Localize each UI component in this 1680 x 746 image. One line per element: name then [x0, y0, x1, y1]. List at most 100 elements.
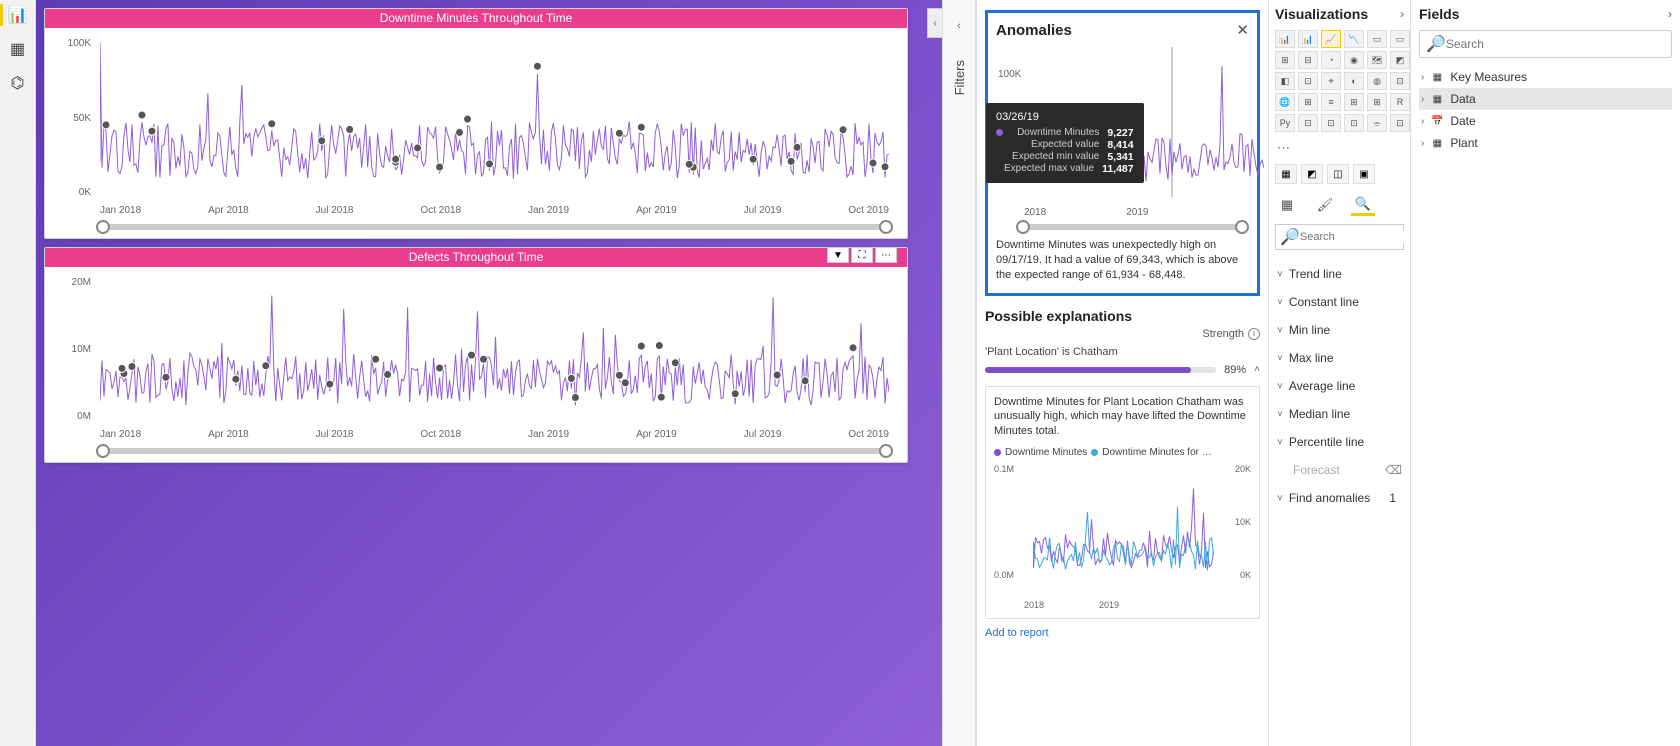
strength-pct: 89%: [1224, 364, 1246, 376]
nav-model-icon[interactable]: ⌬: [8, 74, 28, 92]
anomalies-slider[interactable]: [1020, 224, 1245, 230]
search-icon: 🔎: [1280, 227, 1300, 247]
x-axis: Jan 2018Apr 2018Jul 2018Oct 2018Jan 2019…: [100, 429, 889, 440]
left-nav-rail: 📊 ▦ ⌬: [0, 0, 36, 746]
analytics-prop-list: ˅Trend line˅Constant line˅Min line˅Max l…: [1275, 260, 1404, 512]
collapse-filters-icon[interactable]: ‹: [927, 8, 943, 38]
anomalies-xaxis: 20182019: [996, 207, 1249, 218]
search-icon: 🔎: [1426, 34, 1446, 54]
mini-plot: 0.1M0.0M 20K10K0K: [994, 460, 1251, 600]
value-icon[interactable]: ▣: [1353, 164, 1375, 184]
format-tab-icon[interactable]: 🖌: [1313, 194, 1337, 216]
chevron-left-icon: ‹: [957, 20, 961, 32]
viz-type-icon[interactable]: ⊡: [1298, 72, 1318, 90]
chevron-right-icon[interactable]: ›: [1668, 7, 1672, 21]
focus-icon[interactable]: ⛶: [851, 247, 873, 263]
y-axis: 100K50K0K: [51, 38, 91, 198]
analytics-prop[interactable]: ˅Constant line: [1275, 288, 1404, 316]
viz-type-icon[interactable]: 📈: [1321, 30, 1341, 48]
viz-type-icon[interactable]: ⊡: [1390, 72, 1410, 90]
values-section: ▦◩◫▣: [1275, 164, 1404, 184]
visual-toolbar: ▼ ⛶ ⋯: [827, 247, 897, 263]
more-visuals-icon[interactable]: ⋯: [1277, 140, 1404, 156]
possible-explanations: Possible explanations Strength i 'Plant …: [985, 308, 1260, 640]
analytics-prop-forecast: Forecast⌫: [1275, 456, 1404, 484]
viz-type-icon[interactable]: ⌖: [1321, 72, 1341, 90]
anomalies-summary: Downtime Minutes was unexpectedly high o…: [996, 238, 1249, 283]
fields-tab-icon[interactable]: ▦: [1275, 194, 1299, 216]
analytics-prop-find-anomalies[interactable]: ˅Find anomalies1: [1275, 484, 1404, 512]
time-slider[interactable]: [100, 448, 889, 454]
viz-type-icon[interactable]: ⊡: [1298, 114, 1318, 132]
viz-type-icon[interactable]: ⊞: [1298, 93, 1318, 111]
viz-type-icon[interactable]: ◧: [1275, 72, 1295, 90]
viz-type-icon[interactable]: 📊: [1275, 30, 1295, 48]
fields-pane: Fields › 🔎 ›▦Key Measures›▦Data›📅Date›▦P…: [1410, 0, 1680, 746]
fields-search-input[interactable]: [1446, 37, 1665, 51]
filters-pane-collapsed[interactable]: ‹ Filters: [942, 0, 976, 746]
viz-type-icon[interactable]: 🌐: [1275, 93, 1295, 111]
chart-title: Defects Throughout Time: [45, 248, 907, 267]
fields-search[interactable]: 🔎: [1419, 30, 1672, 58]
close-icon[interactable]: ✕: [1236, 21, 1249, 39]
chart-card-defects[interactable]: ▼ ⛶ ⋯ Defects Throughout Time 20M10M0M J…: [44, 247, 908, 463]
tooltip: 03/26/19 Downtime Minutes9,227 Expected …: [986, 103, 1144, 183]
nav-report-icon[interactable]: 📊: [8, 6, 28, 24]
viz-type-icon[interactable]: 📊: [1298, 30, 1318, 48]
viz-type-icon[interactable]: 🗺: [1367, 51, 1387, 69]
field-table[interactable]: ›▦Key Measures: [1419, 66, 1672, 88]
chevron-right-icon[interactable]: ›: [1400, 7, 1404, 21]
chart-card-downtime[interactable]: Downtime Minutes Throughout Time 100K50K…: [44, 8, 908, 239]
analytics-prop[interactable]: ˅Average line: [1275, 372, 1404, 400]
value-icon[interactable]: ◫: [1327, 164, 1349, 184]
field-table[interactable]: ›▦Data: [1419, 88, 1672, 110]
legend: Downtime Minutes Downtime Minutes for …: [994, 447, 1251, 458]
viz-title: Visualizations: [1275, 6, 1368, 22]
viz-type-icon[interactable]: ≡: [1321, 93, 1341, 111]
viz-type-icon[interactable]: ⊡: [1390, 114, 1410, 132]
analytics-prop[interactable]: ˅Max line: [1275, 344, 1404, 372]
x-axis: Jan 2018Apr 2018Jul 2018Oct 2018Jan 2019…: [100, 205, 889, 216]
value-icon[interactable]: ◩: [1301, 164, 1323, 184]
field-table[interactable]: ›▦Plant: [1419, 132, 1672, 154]
analytics-prop[interactable]: ˅Median line: [1275, 400, 1404, 428]
viz-type-icon[interactable]: ⊡: [1344, 114, 1364, 132]
analytics-prop[interactable]: ˅Percentile line: [1275, 428, 1404, 456]
viz-type-icon[interactable]: ◩: [1390, 51, 1410, 69]
viz-type-icon[interactable]: ◍: [1367, 72, 1387, 90]
viz-type-icon[interactable]: ⌯: [1367, 114, 1387, 132]
strength-bar: [985, 367, 1216, 373]
analytics-prop[interactable]: ˅Trend line: [1275, 260, 1404, 288]
viz-type-icon[interactable]: R: [1390, 93, 1410, 111]
add-to-report-link[interactable]: Add to report: [985, 627, 1260, 639]
viz-type-icon[interactable]: 📉: [1344, 30, 1364, 48]
value-icon[interactable]: ▦: [1275, 164, 1297, 184]
viz-type-icon[interactable]: ◉: [1344, 51, 1364, 69]
filters-label: Filters: [952, 60, 967, 95]
viz-type-icon[interactable]: ⊟: [1298, 51, 1318, 69]
viz-type-icon[interactable]: ▭: [1367, 30, 1387, 48]
viz-type-icon[interactable]: ⊞: [1344, 93, 1364, 111]
more-icon[interactable]: ⋯: [875, 247, 897, 263]
chart-plot: [100, 279, 889, 420]
viz-type-icon[interactable]: ◐: [1344, 72, 1364, 90]
viz-type-icon[interactable]: ◔: [1321, 51, 1341, 69]
analytics-prop[interactable]: ˅Min line: [1275, 316, 1404, 344]
viz-search[interactable]: 🔎: [1275, 224, 1404, 250]
chart-title: Downtime Minutes Throughout Time: [45, 9, 907, 28]
time-slider[interactable]: [100, 224, 889, 230]
chevron-up-icon[interactable]: ˄: [1254, 364, 1260, 375]
viz-type-icon[interactable]: ▭: [1390, 30, 1410, 48]
explanation-title: 'Plant Location' is Chatham: [985, 346, 1260, 358]
field-table[interactable]: ›📅Date: [1419, 110, 1672, 132]
filter-icon[interactable]: ▼: [827, 247, 849, 263]
anomalies-plot[interactable]: 100K 03/26/19 Downtime Minutes9,227 Expe…: [996, 43, 1249, 203]
viz-type-icon[interactable]: Py: [1275, 114, 1295, 132]
viz-type-icon[interactable]: ⊞: [1275, 51, 1295, 69]
nav-data-icon[interactable]: ▦: [8, 40, 28, 58]
info-icon[interactable]: i: [1248, 328, 1260, 340]
viz-type-icon[interactable]: ⊡: [1321, 114, 1341, 132]
viz-type-icon[interactable]: ⊞: [1367, 93, 1387, 111]
anomalies-card: Anomalies ✕ 100K 03/26/19 Downtime Minut…: [985, 10, 1260, 296]
analytics-tab-icon[interactable]: 🔍: [1351, 194, 1375, 216]
